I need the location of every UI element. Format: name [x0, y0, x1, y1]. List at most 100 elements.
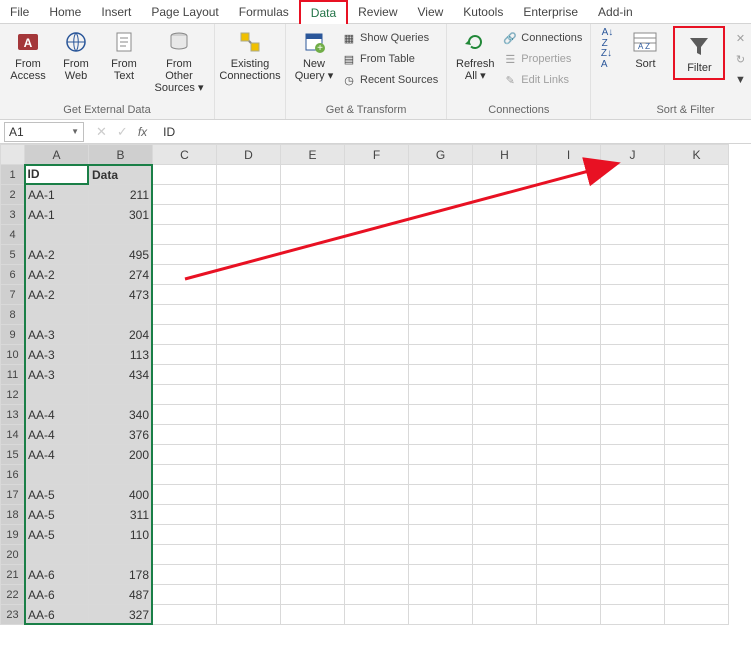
cell-K5[interactable]	[665, 245, 729, 265]
cell-A16[interactable]	[25, 465, 89, 485]
cell-J6[interactable]	[601, 265, 665, 285]
cell-F4[interactable]	[345, 225, 409, 245]
cell-H8[interactable]	[473, 305, 537, 325]
cell-F3[interactable]	[345, 205, 409, 225]
cell-A19[interactable]: AA-5	[25, 525, 89, 545]
cell-C16[interactable]	[153, 465, 217, 485]
col-header-C[interactable]: C	[153, 145, 217, 165]
row-header-12[interactable]: 12	[1, 385, 25, 405]
cell-K20[interactable]	[665, 545, 729, 565]
cell-G18[interactable]	[409, 505, 473, 525]
cell-I13[interactable]	[537, 405, 601, 425]
cell-K8[interactable]	[665, 305, 729, 325]
cell-K2[interactable]	[665, 185, 729, 205]
row-header-20[interactable]: 20	[1, 545, 25, 565]
cell-G5[interactable]	[409, 245, 473, 265]
cell-H4[interactable]	[473, 225, 537, 245]
cell-K3[interactable]	[665, 205, 729, 225]
cell-A12[interactable]	[25, 385, 89, 405]
cell-C18[interactable]	[153, 505, 217, 525]
cell-A13[interactable]: AA-4	[25, 405, 89, 425]
cell-E18[interactable]	[281, 505, 345, 525]
tab-enterprise[interactable]: Enterprise	[513, 1, 588, 23]
cell-A4[interactable]	[25, 225, 89, 245]
cell-D8[interactable]	[217, 305, 281, 325]
cell-G22[interactable]	[409, 585, 473, 605]
cell-F19[interactable]	[345, 525, 409, 545]
cell-H11[interactable]	[473, 365, 537, 385]
cell-B13[interactable]: 340	[89, 405, 153, 425]
cell-G3[interactable]	[409, 205, 473, 225]
cell-A22[interactable]: AA-6	[25, 585, 89, 605]
new-query-button[interactable]: + New Query ▾	[292, 26, 336, 84]
cell-A14[interactable]: AA-4	[25, 425, 89, 445]
col-header-A[interactable]: A	[25, 145, 89, 165]
cell-B10[interactable]: 113	[89, 345, 153, 365]
tab-kutools[interactable]: Kutools	[453, 1, 513, 23]
cell-D11[interactable]	[217, 365, 281, 385]
cell-I21[interactable]	[537, 565, 601, 585]
cell-B20[interactable]	[89, 545, 153, 565]
cell-I11[interactable]	[537, 365, 601, 385]
cell-B22[interactable]: 487	[89, 585, 153, 605]
cell-I17[interactable]	[537, 485, 601, 505]
cell-E20[interactable]	[281, 545, 345, 565]
cell-B1[interactable]: Data	[89, 165, 153, 185]
cell-J7[interactable]	[601, 285, 665, 305]
formula-input[interactable]: ID	[155, 125, 751, 139]
cell-J12[interactable]	[601, 385, 665, 405]
cell-K18[interactable]	[665, 505, 729, 525]
cell-J23[interactable]	[601, 605, 665, 625]
cell-J10[interactable]	[601, 345, 665, 365]
cell-H20[interactable]	[473, 545, 537, 565]
cell-J4[interactable]	[601, 225, 665, 245]
cell-C20[interactable]	[153, 545, 217, 565]
cell-F9[interactable]	[345, 325, 409, 345]
cell-B21[interactable]: 178	[89, 565, 153, 585]
cell-A23[interactable]: AA-6	[25, 605, 89, 625]
cell-J9[interactable]	[601, 325, 665, 345]
cell-I1[interactable]	[537, 165, 601, 185]
cell-A1[interactable]: ID	[25, 165, 89, 185]
row-header-21[interactable]: 21	[1, 565, 25, 585]
cell-K15[interactable]	[665, 445, 729, 465]
cell-K1[interactable]	[665, 165, 729, 185]
row-header-7[interactable]: 7	[1, 285, 25, 305]
cell-C23[interactable]	[153, 605, 217, 625]
cell-I5[interactable]	[537, 245, 601, 265]
recent-sources-button[interactable]: ◷Recent Sources	[340, 70, 440, 90]
cell-B17[interactable]: 400	[89, 485, 153, 505]
tab-insert[interactable]: Insert	[91, 1, 141, 23]
cell-F6[interactable]	[345, 265, 409, 285]
cell-H1[interactable]	[473, 165, 537, 185]
cell-D2[interactable]	[217, 185, 281, 205]
cell-G7[interactable]	[409, 285, 473, 305]
cell-I3[interactable]	[537, 205, 601, 225]
cell-F2[interactable]	[345, 185, 409, 205]
cell-D16[interactable]	[217, 465, 281, 485]
row-header-11[interactable]: 11	[1, 365, 25, 385]
col-header-I[interactable]: I	[537, 145, 601, 165]
cancel-formula-icon[interactable]: ✕	[96, 124, 107, 140]
sort-asc-button[interactable]: A↓Z	[597, 28, 617, 48]
cell-E16[interactable]	[281, 465, 345, 485]
cell-D19[interactable]	[217, 525, 281, 545]
cell-H6[interactable]	[473, 265, 537, 285]
cell-J19[interactable]	[601, 525, 665, 545]
cell-D23[interactable]	[217, 605, 281, 625]
cell-K14[interactable]	[665, 425, 729, 445]
row-header-4[interactable]: 4	[1, 225, 25, 245]
tab-data[interactable]: Data	[299, 0, 348, 24]
cell-G8[interactable]	[409, 305, 473, 325]
cell-B19[interactable]: 110	[89, 525, 153, 545]
cell-H5[interactable]	[473, 245, 537, 265]
cell-H17[interactable]	[473, 485, 537, 505]
cell-C12[interactable]	[153, 385, 217, 405]
cell-K13[interactable]	[665, 405, 729, 425]
cell-K22[interactable]	[665, 585, 729, 605]
cell-D18[interactable]	[217, 505, 281, 525]
worksheet-grid[interactable]: ABCDEFGHIJK1IDData2AA-12113AA-130145AA-2…	[0, 144, 751, 625]
cell-K19[interactable]	[665, 525, 729, 545]
cell-G4[interactable]	[409, 225, 473, 245]
refresh-all-button[interactable]: Refresh All ▾	[453, 26, 497, 84]
